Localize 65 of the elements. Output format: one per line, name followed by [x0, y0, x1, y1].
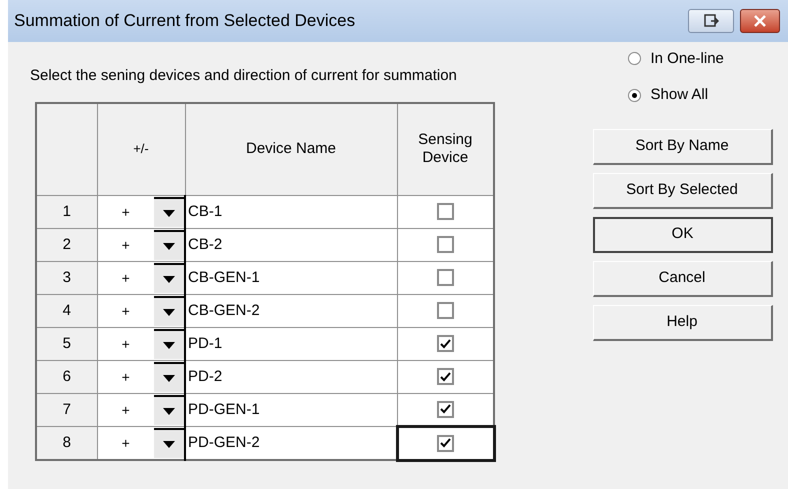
checkbox[interactable] [436, 302, 454, 320]
sign-value: + [120, 400, 131, 420]
device-name-cell: CB-GEN-2 [185, 294, 397, 328]
caret-icon [163, 210, 175, 216]
dialog-button[interactable]: OK [592, 216, 772, 252]
device-name-cell: CB-2 [185, 228, 397, 262]
checkbox[interactable] [436, 400, 454, 418]
dialog-button[interactable]: Cancel [592, 260, 772, 296]
restore-button[interactable] [688, 9, 734, 33]
dropdown-button[interactable] [154, 395, 184, 425]
device-name-cell: CB-GEN-1 [185, 262, 397, 294]
caret-icon [163, 408, 175, 414]
row-number: 8 [36, 426, 97, 460]
radio-option[interactable]: Show All [628, 84, 772, 106]
row-number: 6 [36, 360, 97, 394]
caret-icon [163, 242, 175, 250]
device-name-cell: PD-GEN-2 [185, 426, 397, 460]
sign-value: + [120, 236, 131, 254]
row-number: 2 [36, 228, 97, 262]
sign-value: + [120, 434, 131, 452]
caret-icon [163, 440, 175, 448]
checkbox[interactable] [437, 434, 454, 452]
row-number: 4 [36, 294, 97, 328]
dropdown-button[interactable] [154, 329, 184, 359]
dropdown-button[interactable] [154, 428, 184, 458]
check-icon [440, 338, 451, 349]
window-icon [703, 14, 719, 28]
close-icon [753, 15, 767, 27]
dialog-button[interactable]: Sort By Name [592, 128, 772, 164]
checkbox[interactable] [436, 203, 454, 220]
checkbox[interactable] [436, 368, 454, 386]
row-number: 1 [36, 196, 97, 228]
radio-option[interactable]: In One-line [628, 48, 772, 70]
dropdown-button[interactable] [154, 197, 184, 227]
device-name-cell: PD-1 [185, 328, 397, 360]
caret-icon [163, 374, 175, 382]
checkbox[interactable] [436, 269, 454, 286]
dropdown-button[interactable] [154, 362, 184, 392]
caret-icon [163, 276, 175, 282]
checkbox[interactable] [436, 236, 454, 254]
row-number: 7 [36, 394, 97, 426]
sign-value: + [120, 368, 131, 386]
device-name-cell: CB-1 [185, 196, 397, 228]
dialog-button[interactable]: Help [592, 304, 772, 340]
sign-value: + [120, 302, 131, 320]
dropdown-button[interactable] [154, 263, 184, 293]
close-button[interactable] [740, 9, 780, 33]
instruction-text: Select the sening devices and direction of current for summation [30, 66, 458, 86]
sign-value: + [120, 334, 131, 354]
caret-icon [163, 342, 175, 348]
row-number: 5 [36, 328, 97, 360]
sign-value: + [120, 268, 131, 288]
dropdown-button[interactable] [154, 296, 184, 326]
device-name-cell: PD-2 [185, 360, 397, 394]
row-number: 3 [36, 262, 97, 294]
dialog-button[interactable]: Sort By Selected [592, 172, 772, 208]
check-icon [440, 438, 451, 448]
checkbox[interactable] [436, 335, 454, 352]
check-icon [440, 404, 451, 414]
dropdown-button[interactable] [154, 230, 184, 260]
device-name-cell: PD-GEN-1 [185, 394, 397, 426]
check-icon [440, 372, 451, 382]
sign-value: + [120, 202, 131, 222]
caret-icon [163, 308, 175, 316]
window-title: Summation of Current from Selected Devices [14, 10, 356, 32]
